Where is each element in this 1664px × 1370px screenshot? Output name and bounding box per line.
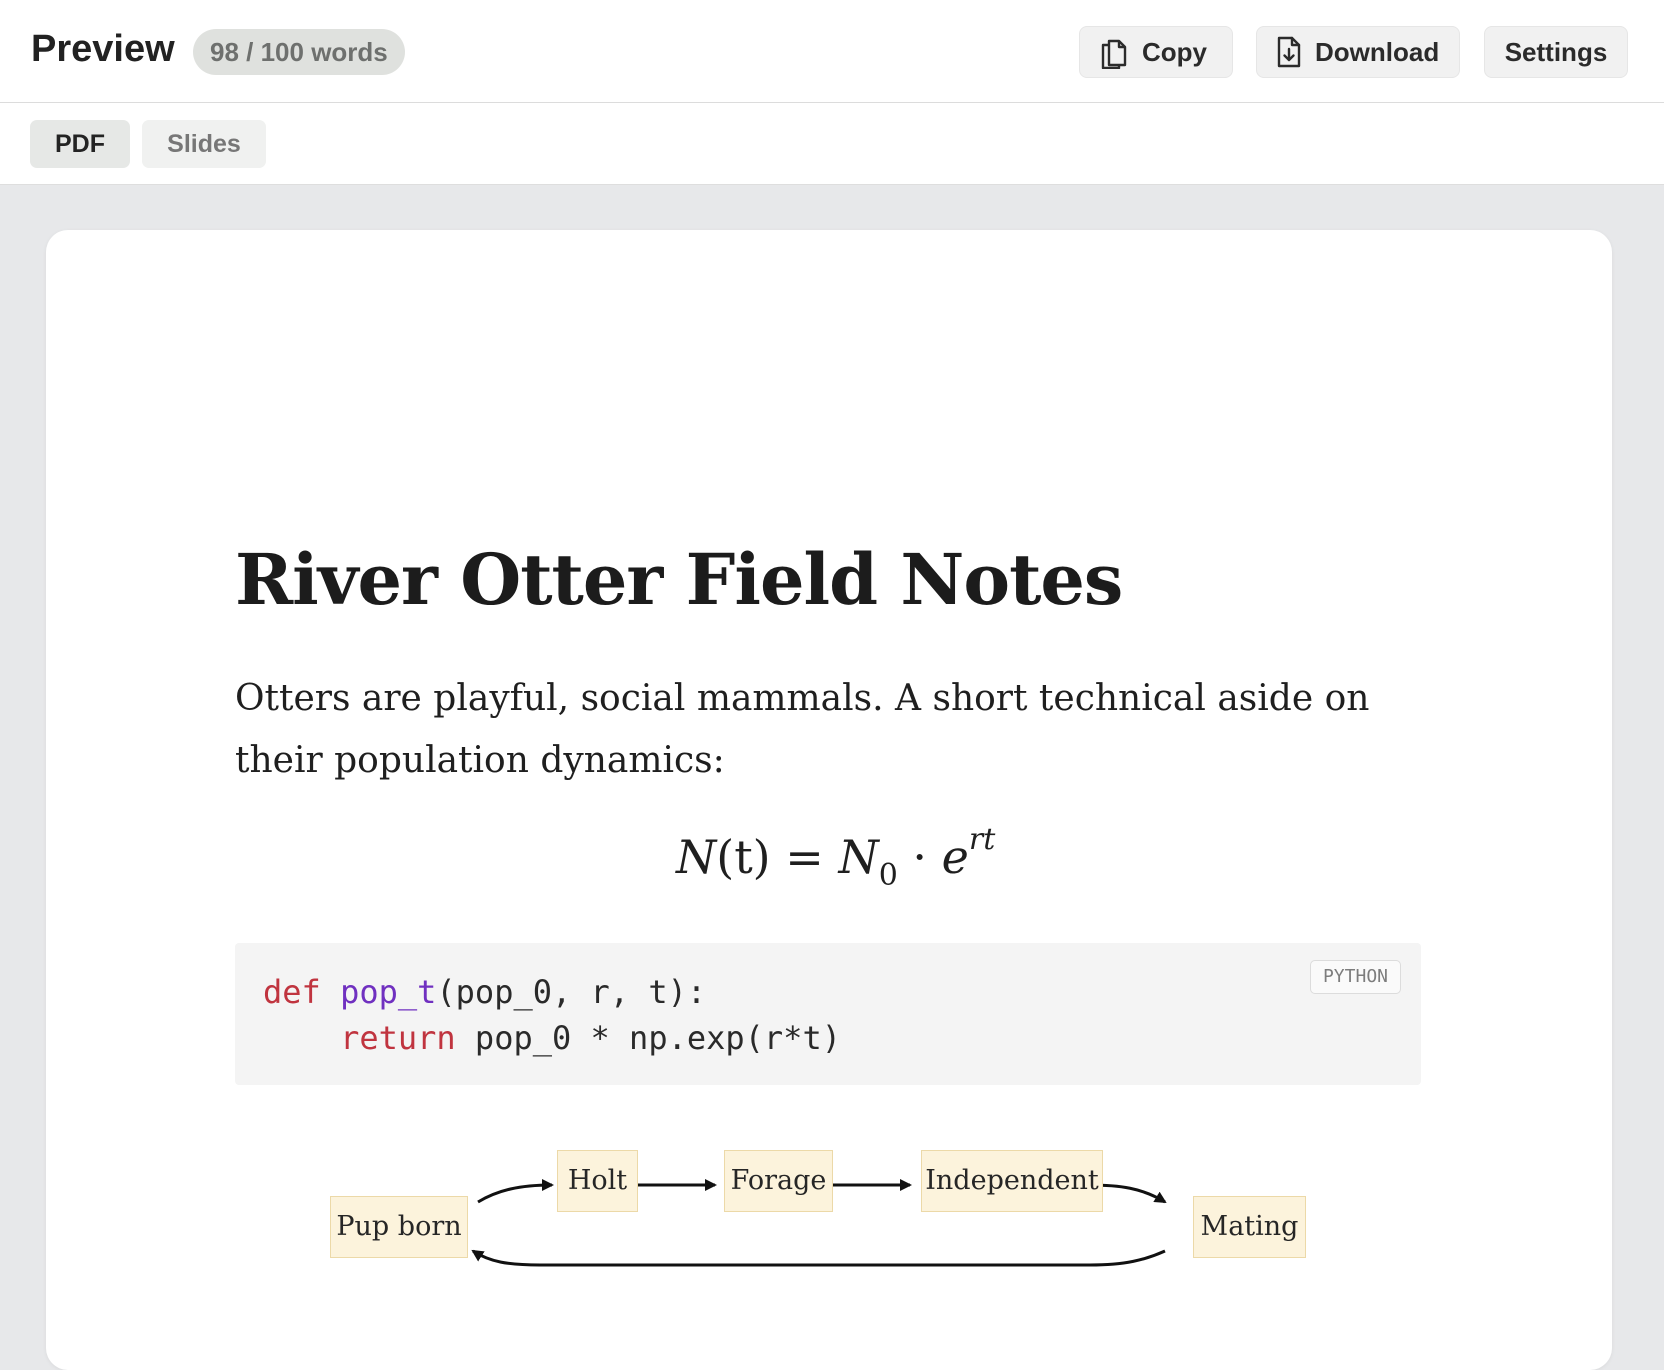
formula-base: e [941, 830, 969, 884]
document-title: River Otter Field Notes [235, 538, 1123, 621]
settings-label: Settings [1504, 36, 1608, 67]
tab-pdf[interactable]: PDF [30, 120, 130, 168]
code-language-badge: PYTHON [1309, 960, 1401, 994]
download-file-icon [1277, 36, 1301, 68]
code-keyword-return: return [340, 1019, 456, 1057]
node-pup-born: Pup born [330, 1196, 468, 1258]
code-keyword-def: def [263, 973, 321, 1011]
code-function-name: pop_t [340, 973, 437, 1011]
copy-icon [1100, 35, 1128, 69]
top-toolbar: Preview 98 / 100 words Copy Download Set… [0, 0, 1664, 103]
code-line2-rest: pop_0 * np.exp(r*t) [455, 1019, 841, 1057]
copy-button[interactable]: Copy [1079, 26, 1233, 78]
node-mating: Mating [1193, 1196, 1306, 1258]
code-block: PYTHON def pop_t(pop_0, r, t): return po… [235, 943, 1421, 1085]
word-count-badge: 98 / 100 words [193, 29, 405, 75]
formula-dot: · [912, 830, 928, 884]
tab-slides[interactable]: Slides [142, 120, 266, 168]
code-content: def pop_t(pop_0, r, t): return pop_0 * n… [263, 969, 841, 1061]
download-label: Download [1315, 36, 1440, 67]
arrow-pupborn-holt [477, 1179, 554, 1204]
arrow-mating-pupborn [471, 1249, 1166, 1267]
node-independent: Independent [921, 1150, 1103, 1212]
copy-label: Copy [1142, 36, 1207, 67]
formula-equals: = [785, 830, 824, 884]
code-line1-rest: (pop_0, r, t): [436, 973, 707, 1011]
document-paragraph: Otters are playful, social mammals. A sh… [235, 678, 1370, 781]
formula-rhs-var: N [838, 830, 879, 884]
formula-exponent: rt [968, 822, 996, 857]
page-title: Preview [31, 28, 175, 70]
download-button[interactable]: Download [1256, 26, 1460, 78]
formula-subscript: 0 [878, 858, 898, 893]
formula-lhs-var: N [676, 830, 717, 884]
node-holt: Holt [557, 1150, 638, 1212]
formula-lhs-arg: (t) [716, 830, 771, 884]
node-forage: Forage [724, 1150, 833, 1212]
settings-button[interactable]: Settings [1484, 26, 1628, 78]
view-tabs-bar: PDF Slides [0, 103, 1664, 185]
growth-formula: N(t) = N0 · ert [676, 822, 995, 893]
